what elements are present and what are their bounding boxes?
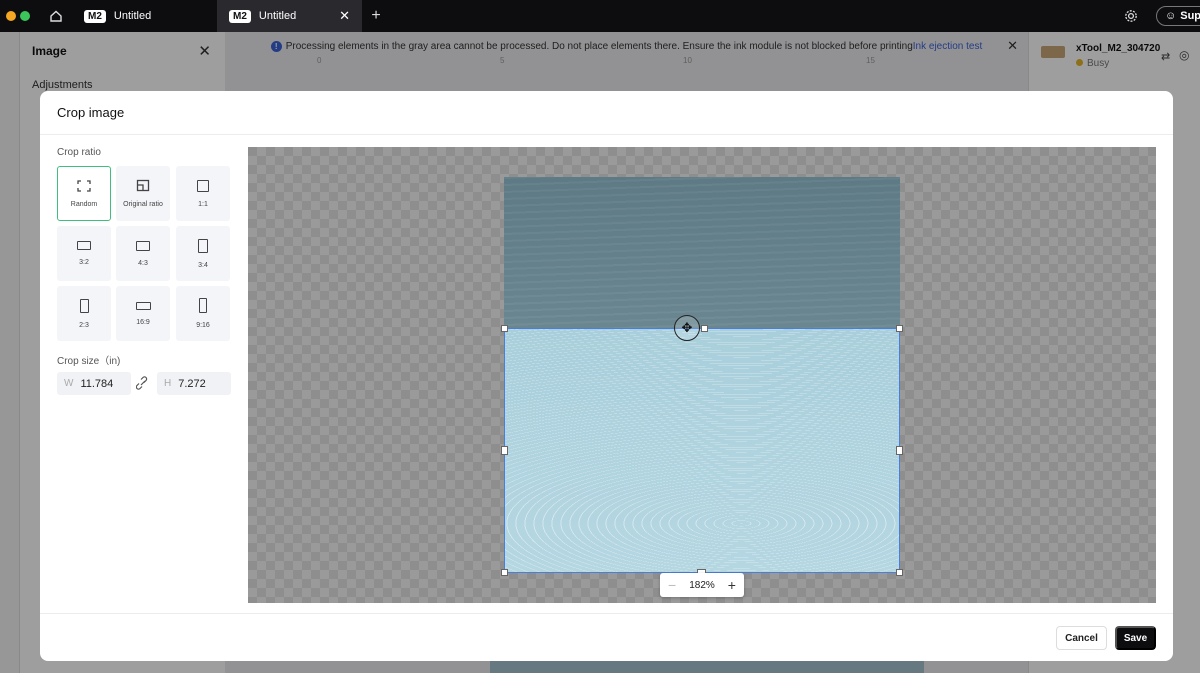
aspect-lock-link-icon[interactable] bbox=[136, 376, 150, 390]
crop-handle-top-right[interactable] bbox=[896, 325, 903, 332]
height-value: 7.272 bbox=[178, 377, 206, 390]
zoom-in-button[interactable]: + bbox=[728, 577, 736, 593]
tab-badge: M2 bbox=[229, 9, 251, 23]
tab-title: Untitled bbox=[113, 10, 152, 22]
crop-image-dialog: Crop image Crop ratio Random Original ra… bbox=[40, 91, 1173, 661]
ratio-option-4-3[interactable]: 4:3 bbox=[116, 226, 170, 281]
window-minimize-dot[interactable] bbox=[6, 11, 16, 21]
width-value: 11.784 bbox=[80, 377, 114, 390]
ratio-label: 9:16 bbox=[196, 322, 210, 329]
close-tab-icon[interactable]: ✕ bbox=[339, 8, 350, 24]
title-bar: M2 Untitled M2 Untitled ✕ + ☺ Supp bbox=[0, 0, 1200, 32]
ratio-label: Random bbox=[70, 200, 98, 208]
ratio-label: Original ratio bbox=[123, 201, 163, 208]
width-prefix: W bbox=[64, 378, 74, 389]
ratio-option-2-3[interactable]: 2:3 bbox=[57, 286, 111, 341]
settings-gear-icon[interactable] bbox=[1121, 0, 1141, 32]
move-crop-icon[interactable]: ✥ bbox=[674, 315, 700, 341]
support-label: Supp bbox=[1180, 10, 1200, 22]
height-prefix: H bbox=[164, 378, 172, 389]
ratio-label: 2:3 bbox=[79, 321, 89, 329]
image-outside-crop bbox=[504, 177, 900, 329]
ratio-4-3-icon bbox=[136, 240, 150, 251]
ratio-label: 16:9 bbox=[136, 318, 150, 326]
ratio-label: 3:4 bbox=[198, 261, 208, 269]
home-icon[interactable] bbox=[44, 0, 68, 32]
window-maximize-dot[interactable] bbox=[20, 11, 30, 21]
new-tab-button[interactable]: + bbox=[366, 0, 386, 32]
ratio-option-random[interactable]: Random bbox=[57, 166, 111, 221]
zoom-out-button[interactable]: − bbox=[668, 577, 676, 593]
ratio-label: 1:1 bbox=[198, 200, 208, 208]
ratio-option-original[interactable]: Original ratio bbox=[116, 166, 170, 221]
random-crop-icon bbox=[77, 179, 91, 192]
tab-untitled-2[interactable]: M2 Untitled ✕ bbox=[217, 0, 362, 32]
crop-selection-area[interactable] bbox=[504, 328, 900, 573]
tab-untitled-1[interactable]: M2 Untitled bbox=[72, 0, 217, 32]
crop-width-field[interactable]: W 11.784 bbox=[57, 372, 131, 395]
zoom-control: − 182% + bbox=[660, 573, 744, 597]
ratio-1-1-icon bbox=[197, 179, 209, 192]
crop-handle-bottom-left[interactable] bbox=[501, 569, 508, 576]
save-button[interactable]: Save bbox=[1115, 626, 1156, 650]
crop-handle-top[interactable] bbox=[701, 325, 708, 332]
zoom-level: 182% bbox=[689, 579, 715, 591]
crop-preview-canvas[interactable]: ✥ − 182% + bbox=[248, 147, 1156, 603]
ratio-option-16-9[interactable]: 16:9 bbox=[116, 286, 170, 341]
support-button[interactable]: ☺ Supp bbox=[1156, 6, 1200, 26]
crop-handle-left[interactable] bbox=[501, 446, 508, 455]
support-icon: ☺ bbox=[1165, 10, 1177, 22]
ratio-9-16-icon bbox=[199, 298, 207, 313]
ratio-3-2-icon bbox=[77, 241, 91, 250]
tab-badge: M2 bbox=[84, 9, 106, 23]
ratio-label: 3:2 bbox=[79, 259, 89, 266]
dialog-title: Crop image bbox=[57, 105, 125, 120]
ratio-option-3-2[interactable]: 3:2 bbox=[57, 226, 111, 281]
ratio-3-4-icon bbox=[198, 238, 208, 253]
crop-ratio-label: Crop ratio bbox=[57, 147, 101, 158]
crop-handle-right[interactable] bbox=[896, 446, 903, 455]
ratio-option-3-4[interactable]: 3:4 bbox=[176, 226, 230, 281]
divider bbox=[40, 134, 1173, 135]
original-ratio-icon bbox=[136, 179, 150, 192]
tab-title: Untitled bbox=[258, 10, 297, 22]
ratio-option-1-1[interactable]: 1:1 bbox=[176, 166, 230, 221]
crop-handle-top-left[interactable] bbox=[501, 325, 508, 332]
crop-ratio-grid: Random Original ratio 1:1 3:2 4:3 3:4 2:… bbox=[57, 166, 230, 341]
ratio-16-9-icon bbox=[135, 301, 151, 310]
cancel-button[interactable]: Cancel bbox=[1056, 626, 1107, 650]
ratio-label: 4:3 bbox=[138, 259, 148, 267]
ratio-option-9-16[interactable]: 9:16 bbox=[176, 286, 230, 341]
ratio-2-3-icon bbox=[79, 298, 89, 313]
crop-size-label: Crop size（in) bbox=[57, 356, 121, 367]
divider bbox=[40, 613, 1173, 614]
crop-height-field[interactable]: H 7.272 bbox=[157, 372, 231, 395]
crop-handle-bottom-right[interactable] bbox=[896, 569, 903, 576]
